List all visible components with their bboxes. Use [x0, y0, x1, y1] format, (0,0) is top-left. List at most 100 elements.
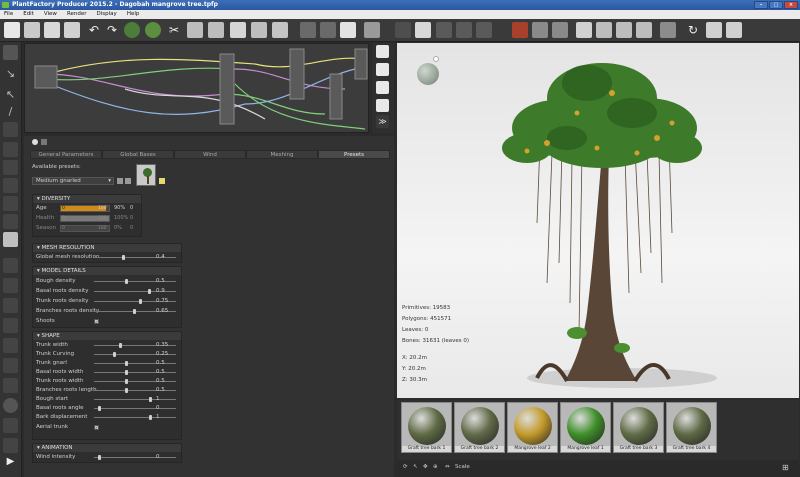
shaded-icon[interactable]	[456, 22, 472, 38]
shoots-checkbox[interactable]: ✓	[94, 319, 99, 324]
graph-node-icon[interactable]	[376, 81, 389, 94]
frond-tool-icon[interactable]	[3, 214, 18, 229]
wind-intensity-slider[interactable]	[94, 457, 176, 458]
slider-knob[interactable]	[149, 397, 152, 402]
tab-global-bases[interactable]: Global Bases	[102, 150, 174, 159]
slider-knob[interactable]	[98, 406, 101, 411]
plant-icon[interactable]	[145, 22, 161, 38]
material-thumb[interactable]: Graft tree bark 1	[401, 402, 452, 453]
tab-meshing[interactable]: Meshing	[246, 150, 318, 159]
preset-select[interactable]: Medium gnarled ▾	[32, 177, 114, 185]
material-thumb[interactable]: Graft tree bark 2	[454, 402, 505, 453]
settings-icon[interactable]	[726, 22, 742, 38]
grow-icon[interactable]	[124, 22, 140, 38]
menu-render[interactable]: Render	[67, 10, 87, 19]
grid-icon[interactable]	[616, 22, 632, 38]
mesh-header[interactable]: ▾ MESH RESOLUTION	[33, 244, 181, 252]
tab-presets[interactable]: Presets	[318, 150, 390, 159]
trunk-tool-icon[interactable]	[3, 122, 18, 137]
graph-lock-icon[interactable]	[376, 63, 389, 76]
node-group-icon[interactable]	[320, 22, 336, 38]
stack-icon[interactable]	[532, 22, 548, 38]
tab-wind[interactable]: Wind	[174, 150, 246, 159]
layers-icon[interactable]	[552, 22, 568, 38]
textured-icon[interactable]	[476, 22, 492, 38]
scale-tool-icon[interactable]	[3, 298, 18, 313]
select-tool-icon[interactable]	[3, 45, 18, 60]
bark-displacement-slider[interactable]	[94, 417, 176, 418]
zoom-icon[interactable]: ⊕	[433, 464, 438, 470]
branch-tool-icon[interactable]	[3, 142, 18, 157]
leaves-tool-icon[interactable]	[3, 196, 18, 211]
minimize-button[interactable]: –	[754, 1, 768, 9]
curve-tool-icon[interactable]	[3, 278, 18, 293]
lod-icon[interactable]	[596, 22, 612, 38]
slider-knob[interactable]	[125, 279, 128, 284]
menu-edit[interactable]: Edit	[23, 10, 34, 19]
preview-icon[interactable]	[251, 22, 267, 38]
menu-display[interactable]: Display	[97, 10, 117, 19]
twist-tool-icon[interactable]	[3, 318, 18, 333]
undo-icon[interactable]: ↶	[86, 22, 102, 38]
graph-shield-icon[interactable]	[376, 45, 389, 58]
slider-knob[interactable]	[125, 379, 128, 384]
slider-knob[interactable]	[125, 388, 128, 393]
slider-knob[interactable]	[98, 455, 101, 460]
display-icon[interactable]	[415, 22, 431, 38]
layout-icon[interactable]	[340, 22, 356, 38]
root-tool-icon[interactable]	[3, 258, 18, 273]
maximize-button[interactable]: □	[769, 1, 783, 9]
camera-icon[interactable]	[272, 22, 288, 38]
thorn-tool-icon[interactable]	[3, 378, 18, 393]
slider-knob[interactable]	[119, 343, 122, 348]
leaf-tool-icon[interactable]	[3, 178, 18, 193]
slider-knob[interactable]	[122, 255, 125, 260]
tab-general-parameters[interactable]: General Parameters	[30, 150, 102, 159]
preset-delete-icon[interactable]	[125, 178, 131, 184]
play-icon[interactable]: ▶	[3, 454, 18, 469]
graph-collapse-icon[interactable]: ≫	[376, 115, 389, 128]
grid-toggle-icon[interactable]: ⊞	[782, 463, 789, 472]
diversity-header[interactable]: ▾ DIVERSITY	[33, 195, 141, 203]
wireframe-icon[interactable]	[436, 22, 452, 38]
sphere-tool-icon[interactable]	[3, 398, 18, 413]
open-icon[interactable]	[24, 22, 40, 38]
material-thumb[interactable]: Graft tree bark 4	[666, 402, 717, 453]
frame-icon[interactable]	[576, 22, 592, 38]
shape-header[interactable]: ▾ SHAPE	[33, 332, 181, 340]
pick-icon[interactable]: ↖	[413, 464, 418, 470]
refresh-icon[interactable]: ↻	[685, 22, 701, 38]
stats-icon[interactable]	[636, 22, 652, 38]
new-file-icon[interactable]	[4, 22, 20, 38]
node-icon[interactable]	[300, 22, 316, 38]
panel-pin-icon[interactable]	[41, 139, 47, 145]
slider-knob[interactable]	[125, 370, 128, 375]
slider-knob[interactable]	[113, 352, 116, 357]
material-thumb[interactable]: Mangrove leaf 1	[560, 402, 611, 453]
spiral-tool-icon[interactable]	[3, 418, 18, 433]
save-as-icon[interactable]	[64, 22, 80, 38]
paste-icon[interactable]	[208, 22, 224, 38]
slider-knob[interactable]	[149, 415, 152, 420]
preset-thumbnail[interactable]	[136, 164, 156, 186]
age-extra[interactable]: 0	[130, 205, 133, 212]
node-graph[interactable]	[24, 43, 369, 133]
close-button[interactable]: ×	[784, 1, 798, 9]
rotate-icon[interactable]: ⟳	[403, 464, 408, 470]
view-mode-icon[interactable]	[395, 22, 411, 38]
model-header[interactable]: ▾ MODEL DETAILS	[33, 267, 181, 275]
brush-tool-icon[interactable]: /	[3, 104, 18, 119]
preset-apply-icon[interactable]	[159, 178, 165, 184]
fruit-tool-icon[interactable]	[3, 358, 18, 373]
slider-knob[interactable]	[133, 309, 136, 314]
pan-icon[interactable]: ✥	[423, 464, 428, 470]
slider-knob[interactable]	[148, 289, 151, 294]
material-tool-icon[interactable]	[3, 232, 18, 247]
save-icon[interactable]	[44, 22, 60, 38]
graph-share-icon[interactable]	[376, 99, 389, 112]
export-icon[interactable]	[364, 22, 380, 38]
pick-tool-icon[interactable]: ↖	[3, 87, 18, 102]
scale-icon[interactable]: ⇔	[445, 464, 450, 470]
3d-viewport[interactable]: Primitives: 19583 Polygons: 451571 Leave…	[397, 43, 799, 398]
move-tool-icon[interactable]: ↘	[3, 66, 18, 81]
